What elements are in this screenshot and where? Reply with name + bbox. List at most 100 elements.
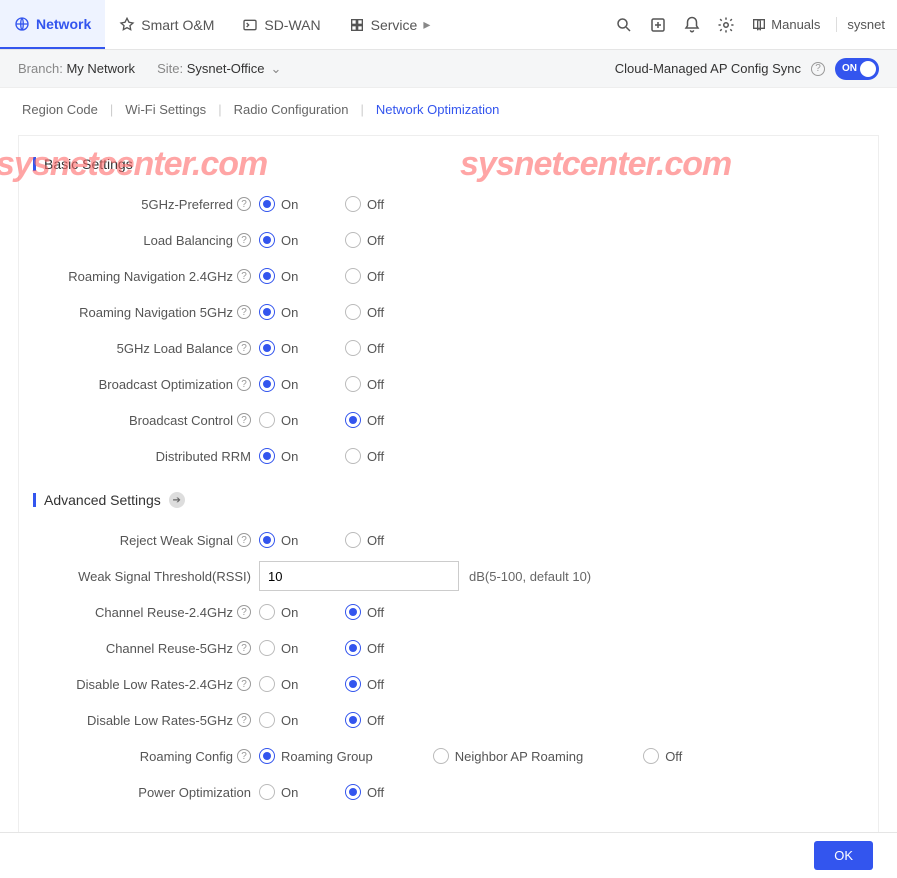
site-label: Site: <box>157 61 183 76</box>
radio-chreuse-24-off[interactable] <box>345 604 361 620</box>
radio-chreuse-24-on[interactable] <box>259 604 275 620</box>
radio-reject-weak-off[interactable] <box>345 532 361 548</box>
help-icon[interactable]: ? <box>237 377 251 391</box>
help-icon[interactable]: ? <box>237 749 251 763</box>
help-icon[interactable]: ? <box>237 341 251 355</box>
bell-icon[interactable] <box>683 16 701 34</box>
radio-chreuse-5-on[interactable] <box>259 640 275 656</box>
nav-sdwan-label: SD-WAN <box>264 17 320 33</box>
config-sync-toggle[interactable]: ON <box>835 58 879 80</box>
opt-on: On <box>281 677 305 692</box>
opt-on: On <box>281 533 305 548</box>
radio-5ghz-preferred-on[interactable] <box>259 196 275 212</box>
tab-network-optimization[interactable]: Network Optimization <box>372 100 504 119</box>
help-icon[interactable]: ? <box>237 641 251 655</box>
help-icon[interactable]: ? <box>237 197 251 211</box>
opt-off: Off <box>367 413 391 428</box>
opt-on: On <box>281 413 305 428</box>
tab-radio-config[interactable]: Radio Configuration <box>230 100 353 119</box>
radio-bcast-opt-on[interactable] <box>259 376 275 392</box>
radio-dlr-5-on[interactable] <box>259 712 275 728</box>
radio-dlr-24-off[interactable] <box>345 676 361 692</box>
lbl-chreuse-5: Channel Reuse-5GHz <box>106 641 233 656</box>
toggle-knob <box>860 61 876 77</box>
title-bar-icon <box>33 493 36 507</box>
lbl-dlr-24: Disable Low Rates-2.4GHz <box>76 677 233 692</box>
opt-off: Off <box>367 449 391 464</box>
ok-button[interactable]: OK <box>814 841 873 870</box>
lbl-5ghz-preferred: 5GHz-Preferred <box>141 197 233 212</box>
nav-sdwan[interactable]: SD-WAN <box>228 0 334 49</box>
tab-region-code[interactable]: Region Code <box>18 100 102 119</box>
opt-on: On <box>281 713 305 728</box>
radio-bcast-ctl-off[interactable] <box>345 412 361 428</box>
radio-roaming-5-off[interactable] <box>345 304 361 320</box>
radio-roaming-24-on[interactable] <box>259 268 275 284</box>
radio-5ghz-preferred-off[interactable] <box>345 196 361 212</box>
help-icon[interactable]: ? <box>237 305 251 319</box>
help-icon[interactable]: ? <box>237 269 251 283</box>
opt-off: Off <box>367 785 391 800</box>
radio-load-balancing-on[interactable] <box>259 232 275 248</box>
search-icon[interactable] <box>615 16 633 34</box>
toggle-text: ON <box>842 63 857 74</box>
radio-roamcfg-neighbor[interactable] <box>433 748 449 764</box>
radio-5ghz-lb-off[interactable] <box>345 340 361 356</box>
user-name[interactable]: sysnet <box>836 17 885 32</box>
settings-panel: Basic Settings 5GHz-Preferred? On Off Lo… <box>18 135 879 845</box>
radio-power-opt-off[interactable] <box>345 784 361 800</box>
opt-on: On <box>281 233 305 248</box>
radio-reject-weak-on[interactable] <box>259 532 275 548</box>
branch-value[interactable]: My Network <box>66 61 135 76</box>
row-weak-threshold: Weak Signal Threshold(RSSI) dB(5-100, de… <box>19 558 878 594</box>
title-bar-icon <box>33 157 36 171</box>
opt-neighbor-ap: Neighbor AP Roaming <box>455 749 583 764</box>
help-icon[interactable]: ? <box>237 677 251 691</box>
radio-drrm-off[interactable] <box>345 448 361 464</box>
radio-5ghz-lb-on[interactable] <box>259 340 275 356</box>
branch-label: Branch: <box>18 61 63 76</box>
radio-roamcfg-group[interactable] <box>259 748 275 764</box>
help-icon[interactable]: ? <box>237 605 251 619</box>
chevron-down-icon[interactable]: ⌄ <box>271 61 282 77</box>
radio-bcast-ctl-on[interactable] <box>259 412 275 428</box>
help-icon[interactable]: ? <box>237 233 251 247</box>
help-icon[interactable]: ? <box>237 533 251 547</box>
site-value[interactable]: Sysnet-Office <box>187 61 265 76</box>
nav-smart-om-label: Smart O&M <box>141 17 214 33</box>
opt-on: On <box>281 377 305 392</box>
opt-on: On <box>281 449 305 464</box>
lbl-load-balancing: Load Balancing <box>143 233 233 248</box>
weak-threshold-input[interactable] <box>259 561 459 591</box>
lbl-power-opt: Power Optimization <box>138 785 251 800</box>
nav-service[interactable]: Service ▸ <box>335 0 445 49</box>
add-icon[interactable] <box>649 16 667 34</box>
radio-dlr-24-on[interactable] <box>259 676 275 692</box>
help-icon[interactable]: ? <box>811 62 825 76</box>
help-icon[interactable]: ? <box>237 413 251 427</box>
radio-bcast-opt-off[interactable] <box>345 376 361 392</box>
nav-network[interactable]: Network <box>0 0 105 49</box>
row-drrm: Distributed RRM On Off <box>19 438 878 474</box>
opt-off: Off <box>367 641 391 656</box>
nav-smart-om[interactable]: Smart O&M <box>105 0 228 49</box>
basic-settings-title: Basic Settings <box>33 156 878 172</box>
radio-load-balancing-off[interactable] <box>345 232 361 248</box>
radio-roamcfg-off[interactable] <box>643 748 659 764</box>
radio-drrm-on[interactable] <box>259 448 275 464</box>
subbar-right: Cloud-Managed AP Config Sync ? ON <box>615 58 879 80</box>
radio-power-opt-on[interactable] <box>259 784 275 800</box>
manuals-link[interactable]: Manuals <box>751 17 820 33</box>
tab-wifi-settings[interactable]: Wi-Fi Settings <box>121 100 210 119</box>
opt-off: Off <box>367 377 391 392</box>
radio-chreuse-5-off[interactable] <box>345 640 361 656</box>
radio-dlr-5-off[interactable] <box>345 712 361 728</box>
opt-off: Off <box>367 533 391 548</box>
radio-roaming-5-on[interactable] <box>259 304 275 320</box>
radio-roaming-24-off[interactable] <box>345 268 361 284</box>
gear-icon[interactable] <box>717 16 735 34</box>
row-bcast-opt: Broadcast Optimization? On Off <box>19 366 878 402</box>
help-icon[interactable]: ? <box>237 713 251 727</box>
expand-icon[interactable]: ➔ <box>169 492 185 508</box>
opt-on: On <box>281 269 305 284</box>
